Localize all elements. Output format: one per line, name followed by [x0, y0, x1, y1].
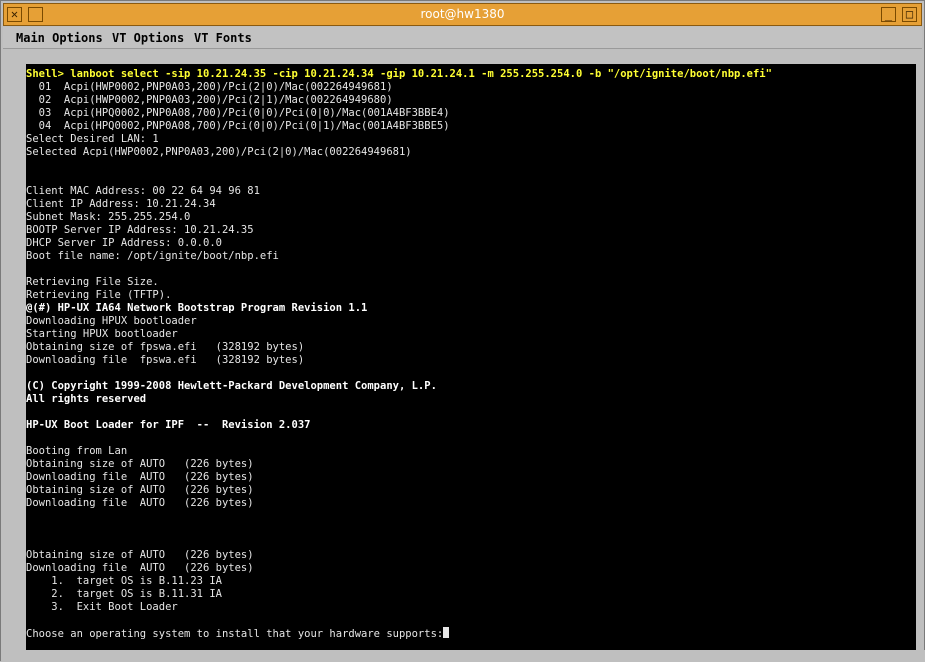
terminal-line: 3. Exit Boot Loader [26, 601, 178, 613]
maximize-icon[interactable]: □ [902, 7, 917, 22]
title-bar[interactable]: ✕ root@hw1380 _ □ [3, 3, 922, 26]
terminal-window: ✕ root@hw1380 _ □ Main Options VT Option… [0, 0, 925, 662]
terminal-line: Select Desired LAN: 1 [26, 133, 159, 145]
terminal-line: Starting HPUX bootloader [26, 328, 178, 340]
terminal-line: Downloading HPUX bootloader [26, 315, 197, 327]
terminal-line: Client MAC Address: 00 22 64 94 96 81 [26, 185, 260, 197]
terminal-line: Booting from Lan [26, 445, 128, 457]
terminal-prompt-line: Choose an operating system to install th… [26, 627, 916, 640]
terminal-line: 2. target OS is B.11.31 IA [26, 588, 222, 600]
menu-bar: Main Options VT Options VT Fonts [3, 27, 922, 49]
terminal-line: Downloading file AUTO (226 bytes) [26, 562, 254, 574]
terminal-line: Downloading file AUTO (226 bytes) [26, 497, 254, 509]
menu-main-options[interactable]: Main Options [16, 31, 103, 45]
terminal-line: 04 Acpi(HPQ0002,PNP0A08,700)/Pci(0|0)/Pc… [26, 120, 450, 132]
terminal-line: Obtaining size of AUTO (226 bytes) [26, 458, 254, 470]
terminal-line: Downloading file AUTO (226 bytes) [26, 471, 254, 483]
terminal-screen[interactable]: Shell> lanboot select -sip 10.21.24.35 -… [26, 64, 916, 650]
window-frame-left [1, 49, 26, 657]
window-frame-bottom [1, 650, 925, 662]
terminal-line: All rights reserved [26, 393, 147, 405]
terminal-line: (C) Copyright 1999-2008 Hewlett-Packard … [26, 380, 437, 392]
terminal-line: Shell> lanboot select -sip 10.21.24.35 -… [26, 68, 772, 80]
terminal-line: Obtaining size of AUTO (226 bytes) [26, 484, 254, 496]
window-title: root@hw1380 [420, 7, 505, 21]
terminal-line: BOOTP Server IP Address: 10.21.24.35 [26, 224, 254, 236]
terminal-line: Obtaining size of fpswa.efi (328192 byte… [26, 341, 305, 353]
terminal-line: Selected Acpi(HWP0002,PNP0A03,200)/Pci(2… [26, 146, 412, 158]
terminal-line: 02 Acpi(HWP0002,PNP0A03,200)/Pci(2|1)/Ma… [26, 94, 393, 106]
terminal-line: Retrieving File Size. [26, 276, 159, 288]
terminal-line: Client IP Address: 10.21.24.34 [26, 198, 216, 210]
text-cursor [443, 627, 450, 638]
terminal-line: DHCP Server IP Address: 0.0.0.0 [26, 237, 222, 249]
menu-vt-fonts[interactable]: VT Fonts [194, 31, 252, 45]
minimize-icon[interactable]: _ [881, 7, 896, 22]
terminal-line: 03 Acpi(HPQ0002,PNP0A08,700)/Pci(0|0)/Pc… [26, 107, 450, 119]
terminal-line: @(#) HP-UX IA64 Network Bootstrap Progra… [26, 302, 368, 314]
terminal-output: Shell> lanboot select -sip 10.21.24.35 -… [26, 68, 916, 640]
terminal-line: HP-UX Boot Loader for IPF -- Revision 2.… [26, 419, 311, 431]
terminal-line: Retrieving File (TFTP). [26, 289, 172, 301]
terminal-line: Subnet Mask: 255.255.254.0 [26, 211, 191, 223]
terminal-line: 1. target OS is B.11.23 IA [26, 575, 222, 587]
menu-vt-options[interactable]: VT Options [112, 31, 184, 45]
terminal-line: Obtaining size of AUTO (226 bytes) [26, 549, 254, 561]
terminal-line: 01 Acpi(HWP0002,PNP0A03,200)/Pci(2|0)/Ma… [26, 81, 393, 93]
terminal-line: Boot file name: /opt/ignite/boot/nbp.efi [26, 250, 279, 262]
terminal-line: Downloading file fpswa.efi (328192 bytes… [26, 354, 305, 366]
